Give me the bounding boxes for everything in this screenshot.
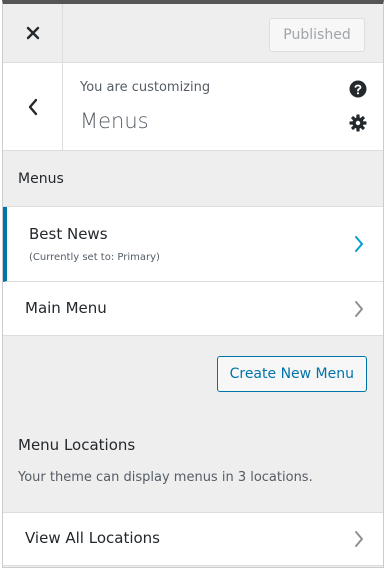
publish-button[interactable]: Published [269, 18, 365, 52]
section-title: Menus [3, 151, 383, 207]
customizer-header: You are customizing Menus [3, 63, 383, 151]
gear-icon[interactable] [349, 114, 367, 132]
menu-item-label: Best News [29, 225, 108, 243]
close-icon [26, 26, 39, 40]
close-button[interactable] [3, 4, 63, 62]
menu-item-label: Main Menu [25, 299, 107, 317]
view-all-locations-label: View All Locations [25, 529, 160, 547]
page-title: Menus [80, 109, 149, 133]
customizer-topbar: Published [3, 4, 383, 63]
locations-description: Your theme can display menus in 3 locati… [18, 470, 313, 485]
menu-item-main-menu[interactable]: Main Menu [3, 282, 383, 336]
customizing-label: You are customizing [80, 80, 211, 95]
help-icon[interactable] [349, 80, 367, 98]
locations-title: Menu Locations [18, 436, 136, 454]
view-all-locations[interactable]: View All Locations [3, 512, 383, 566]
chevron-left-icon [28, 98, 37, 115]
chevron-right-icon [355, 301, 363, 317]
menu-item-location: (Currently set to: Primary) [29, 252, 160, 263]
chevron-right-icon [355, 236, 363, 252]
create-new-menu-button[interactable]: Create New Menu [216, 356, 367, 392]
create-area: Create New Menu Menu Locations Your them… [3, 336, 383, 512]
chevron-right-icon [355, 531, 363, 547]
menu-item-best-news[interactable]: Best News (Currently set to: Primary) [3, 207, 383, 282]
customizer-panel: Published You are customizing Menus Menu… [2, 0, 384, 568]
back-button[interactable] [3, 63, 63, 150]
